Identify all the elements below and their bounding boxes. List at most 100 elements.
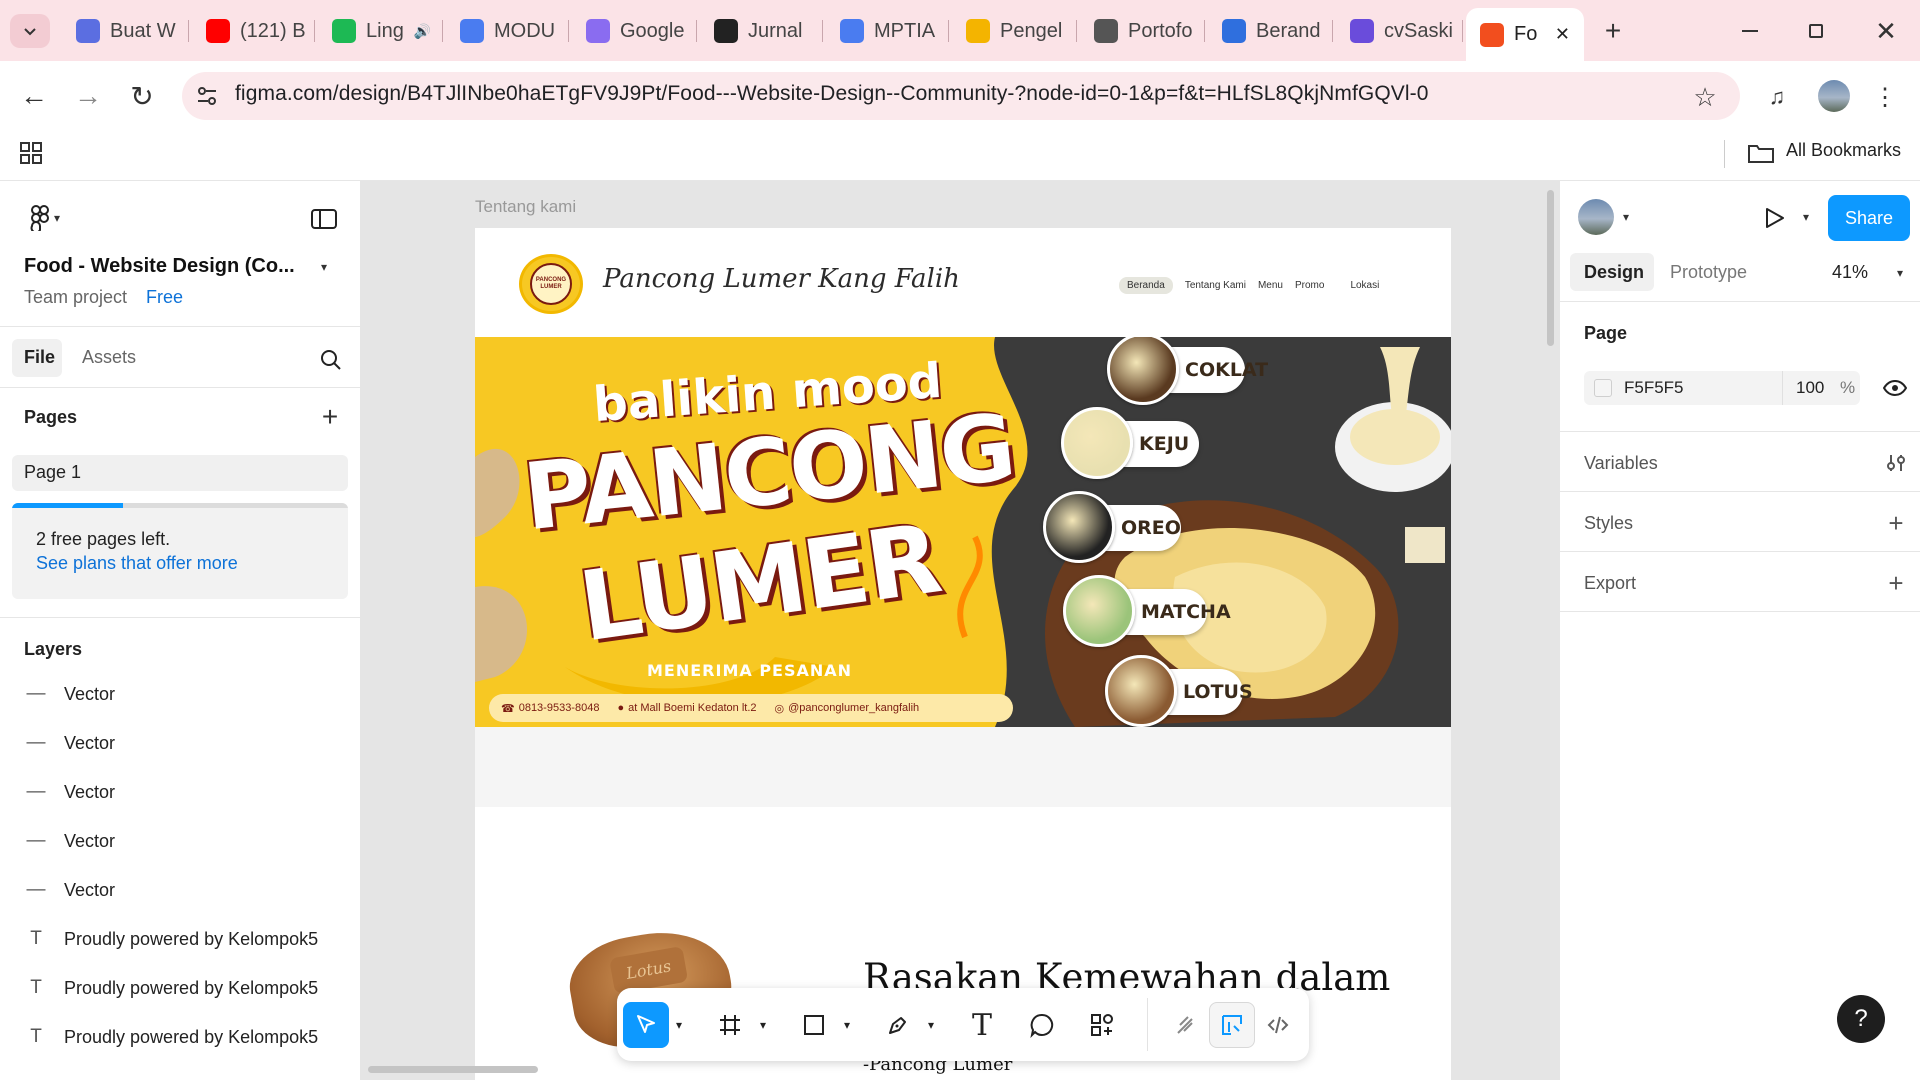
plan-badge[interactable]: Free	[146, 287, 183, 308]
forward-icon[interactable]: →	[68, 78, 108, 114]
flavor-label: MATCHA	[1141, 601, 1231, 623]
panel-toggle-icon[interactable]	[308, 205, 340, 233]
site-logo[interactable]: PANCONG LUMER	[519, 254, 583, 314]
nav-link[interactable]: Beranda	[1119, 277, 1173, 294]
profile-avatar[interactable]	[1818, 80, 1850, 112]
dev-mode-button[interactable]	[1255, 1002, 1301, 1048]
divider	[1560, 431, 1920, 432]
new-tab-icon[interactable]: +	[1596, 14, 1630, 48]
actions-tool-button[interactable]	[1079, 1002, 1125, 1048]
add-export-icon[interactable]: +	[1882, 568, 1910, 598]
bookmark-star-icon[interactable]: ☆	[1688, 80, 1722, 114]
browser-tab[interactable]: Portofo	[1080, 10, 1202, 52]
layer-row[interactable]: — Vector	[26, 683, 116, 705]
frame-tool-chevron-icon[interactable]: ▾	[753, 1002, 773, 1048]
layer-row[interactable]: — Vector	[26, 732, 116, 754]
move-tool-chevron-icon[interactable]: ▾	[669, 1002, 689, 1048]
horizontal-scrollbar[interactable]	[368, 1066, 538, 1073]
shape-tool-button[interactable]	[791, 1002, 837, 1048]
browser-tab[interactable]: cvSaski	[1336, 10, 1460, 52]
figma-menu-icon[interactable]: ▾	[22, 203, 68, 233]
export-heading[interactable]: Export	[1584, 573, 1636, 594]
browser-tab[interactable]: Buat W	[62, 10, 186, 52]
chevron-down-icon[interactable]: ▾	[314, 257, 334, 277]
present-play-icon[interactable]	[1760, 203, 1790, 233]
tab-search-icon[interactable]	[10, 14, 50, 48]
add-page-icon[interactable]: +	[316, 401, 344, 432]
avatar-chevron-icon[interactable]: ▾	[1618, 207, 1634, 227]
zoom-chevron-icon[interactable]: ▾	[1892, 263, 1908, 283]
browser-tab[interactable]: MPTIA	[826, 10, 946, 52]
page-color-hex[interactable]: F5F5F5	[1624, 378, 1684, 398]
nav-link[interactable]: Tentang Kami	[1185, 280, 1246, 291]
browser-tab[interactable]: Berand	[1208, 10, 1330, 52]
nav-link[interactable]: Lokasi	[1350, 280, 1379, 291]
variables-heading[interactable]: Variables	[1584, 453, 1658, 474]
tab-audio-icon[interactable]: 🔊	[414, 23, 431, 40]
move-tool-button[interactable]	[623, 1002, 669, 1048]
design-mode-button[interactable]	[1209, 1002, 1255, 1048]
browser-tab[interactable]: MODU	[446, 10, 566, 52]
browser-tab[interactable]: Google	[572, 10, 694, 52]
restore-icon[interactable]	[1796, 14, 1836, 48]
vertical-scrollbar[interactable]	[1547, 190, 1554, 346]
layer-row[interactable]: — Vector	[26, 879, 116, 901]
share-button[interactable]: Share	[1828, 195, 1910, 241]
tab-design-label: Design	[1584, 262, 1645, 282]
present-chevron-icon[interactable]: ▾	[1798, 207, 1814, 227]
add-style-icon[interactable]: +	[1882, 508, 1910, 538]
media-control-icon[interactable]: ♫	[1760, 80, 1794, 114]
apps-grid-icon[interactable]	[16, 138, 46, 168]
browser-menu-icon[interactable]: ⋮	[1872, 80, 1898, 114]
layer-row[interactable]: T Proudly powered by Kelompok5	[26, 977, 318, 999]
zoom-level[interactable]: 41%	[1832, 262, 1868, 283]
close-window-icon[interactable]: ✕	[1866, 14, 1906, 48]
help-button[interactable]: ?	[1837, 995, 1885, 1043]
nav-link[interactable]: Menu	[1258, 280, 1283, 291]
browser-tab[interactable]: Ling 🔊	[318, 10, 440, 52]
eye-icon[interactable]	[1880, 373, 1910, 403]
close-tab-icon[interactable]: ✕	[1555, 24, 1570, 45]
tab-assets[interactable]: Assets	[82, 347, 136, 368]
variables-icon[interactable]	[1882, 449, 1910, 477]
browser-tab[interactable]: Fo ✕	[1466, 8, 1584, 61]
layer-row[interactable]: — Vector	[26, 781, 116, 803]
pen-tool-chevron-icon[interactable]: ▾	[921, 1002, 941, 1048]
flavor-pill[interactable]: OREO	[1043, 491, 1181, 563]
tab-prototype[interactable]: Prototype	[1670, 262, 1747, 283]
flavor-pill[interactable]: KEJU	[1061, 407, 1199, 479]
flavor-pill[interactable]: COKLAT	[1107, 337, 1268, 405]
all-bookmarks[interactable]: All Bookmarks	[1786, 140, 1901, 161]
site-info-icon[interactable]	[192, 80, 222, 112]
page-color-swatch[interactable]	[1594, 379, 1612, 397]
browser-tab[interactable]: Pengel	[952, 10, 1074, 52]
layer-row[interactable]: T Proudly powered by Kelompok5	[26, 928, 318, 950]
back-icon[interactable]: ←	[14, 78, 54, 114]
shape-tool-chevron-icon[interactable]: ▾	[837, 1002, 857, 1048]
browser-tab[interactable]: (121) B	[192, 10, 312, 52]
styles-heading[interactable]: Styles	[1584, 513, 1633, 534]
page-opacity[interactable]: 100	[1796, 378, 1824, 398]
flavor-pill[interactable]: LOTUS	[1105, 655, 1253, 727]
see-plans-link[interactable]: See plans that offer more	[36, 553, 238, 574]
website-frame[interactable]: PANCONG LUMER Pancong Lumer Kang Falih B…	[475, 228, 1451, 1080]
search-icon[interactable]	[316, 345, 346, 375]
minimize-icon[interactable]	[1730, 14, 1770, 48]
flavor-pill[interactable]: MATCHA	[1063, 575, 1231, 647]
nav-link[interactable]: Promo	[1295, 280, 1324, 291]
layer-row[interactable]: — Vector	[26, 830, 116, 852]
file-title[interactable]: Food - Website Design (Co...	[24, 255, 295, 278]
layer-row[interactable]: T Proudly powered by Kelompok5	[26, 1026, 318, 1048]
pen-tool-button[interactable]	[875, 1002, 921, 1048]
reload-icon[interactable]: ↻	[122, 78, 162, 114]
hero-banner[interactable]: balikin mood PANCONG LUMER MENERIMA PESA…	[475, 337, 1451, 727]
url-text[interactable]: figma.com/design/B4TJlINbe0haETgFV9J9Pt/…	[235, 82, 1429, 106]
frame-label[interactable]: Tentang kami	[475, 197, 576, 217]
comment-tool-button[interactable]	[1019, 1002, 1065, 1048]
browser-tab[interactable]: Jurnal	[700, 10, 820, 52]
brand-name[interactable]: Pancong Lumer Kang Falih	[603, 264, 960, 294]
user-avatar[interactable]	[1578, 199, 1614, 235]
frame-tool-button[interactable]	[707, 1002, 753, 1048]
draw-mode-button[interactable]	[1163, 1002, 1209, 1048]
text-tool-button[interactable]: T	[959, 1002, 1005, 1048]
